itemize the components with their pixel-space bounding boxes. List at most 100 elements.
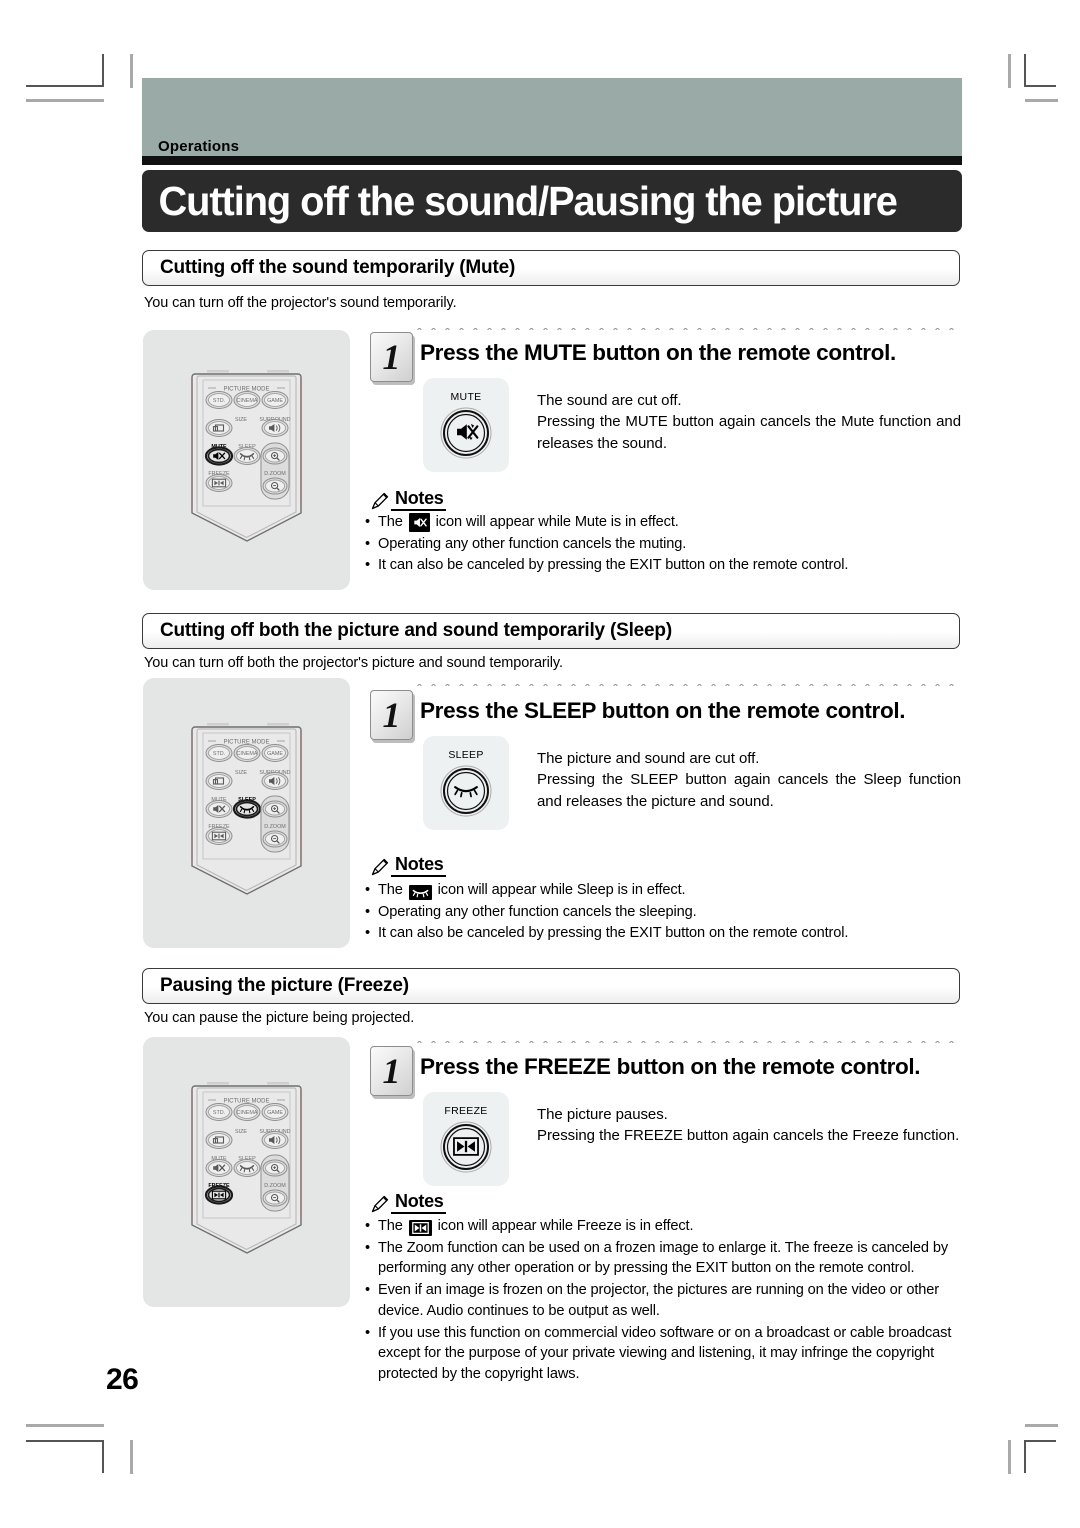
remote-panel-0: PICTURE MODE STD. CINEMA GAME SIZE SURRO… xyxy=(143,330,350,590)
step-badge-1: 1 xyxy=(370,690,413,740)
dot xyxy=(781,1041,786,1043)
dot xyxy=(697,1041,702,1043)
dot xyxy=(599,1041,604,1043)
dot xyxy=(459,1041,464,1043)
note-text: The Zoom function can be used on a froze… xyxy=(378,1239,949,1277)
dot xyxy=(851,1041,856,1043)
dot xyxy=(683,684,688,686)
dot xyxy=(683,328,688,330)
step-description-0: The sound are cut off. Pressing the MUTE … xyxy=(537,390,961,454)
key-callout-label: FREEZE xyxy=(444,1104,488,1117)
dot xyxy=(515,328,520,330)
note-bullet: • xyxy=(365,925,371,942)
page-title-bar: Cutting off the sound/Pausing the pictur… xyxy=(142,170,962,232)
dot xyxy=(529,684,534,686)
dot xyxy=(879,328,884,330)
notes-list-0: • The icon will appear while Mute is in … xyxy=(365,512,965,577)
note-item: • It can also be canceled by pressing th… xyxy=(365,555,965,576)
mute-icon xyxy=(408,513,430,532)
dot xyxy=(417,1041,422,1043)
dot xyxy=(655,684,660,686)
dot xyxy=(585,684,590,686)
dot xyxy=(431,1041,436,1043)
dot xyxy=(921,1041,926,1043)
dot xyxy=(417,684,422,686)
dot xyxy=(893,684,898,686)
dot xyxy=(823,328,828,330)
note-text: The icon will appear while Freeze is in … xyxy=(378,1218,694,1236)
note-item: • The icon will appear while Sleep is in… xyxy=(365,880,965,901)
dot xyxy=(921,328,926,330)
note-text: The icon will appear while Sleep is in e… xyxy=(378,882,686,900)
note-item: • If you use this function on commercial… xyxy=(365,1323,965,1385)
pencil-icon xyxy=(370,1194,390,1214)
note-item: • The Zoom function can be used on a fro… xyxy=(365,1238,965,1279)
dot xyxy=(459,684,464,686)
dot xyxy=(529,328,534,330)
chapter-rule xyxy=(142,156,962,165)
dot xyxy=(669,328,674,330)
dot xyxy=(515,684,520,686)
remote-control-illustration: PICTURE MODE STD. CINEMA GAME SIZE SURRO… xyxy=(191,1082,302,1254)
dot xyxy=(655,1041,660,1043)
step-title-0: Press the MUTE button on the remote cont… xyxy=(420,340,896,365)
dot xyxy=(725,328,730,330)
dot xyxy=(501,1041,506,1043)
dot xyxy=(431,684,436,686)
dot xyxy=(445,1041,450,1043)
dot xyxy=(711,684,716,686)
step-divider-2 xyxy=(417,1035,962,1043)
dot xyxy=(781,684,786,686)
dot xyxy=(949,684,954,686)
dot xyxy=(725,684,730,686)
dot xyxy=(879,1041,884,1043)
dot xyxy=(949,328,954,330)
note-text: Operating any other function cancels the… xyxy=(378,535,687,552)
notes-label: Notes xyxy=(391,1192,446,1214)
dot xyxy=(879,684,884,686)
step-divider-0 xyxy=(417,322,962,330)
dot xyxy=(851,684,856,686)
notes-header-0: Notes xyxy=(370,489,446,511)
dot xyxy=(599,328,604,330)
body-line: Pressing the SLEEP button again cancels … xyxy=(537,771,961,810)
dot xyxy=(739,328,744,330)
section-intro-1: You can turn off both the projector's pi… xyxy=(144,655,563,671)
dot xyxy=(431,328,436,330)
section-heading-text: Pausing the picture (Freeze) xyxy=(160,975,409,996)
dot xyxy=(907,1041,912,1043)
dot xyxy=(921,684,926,686)
body-line: Pressing the FREEZE button again cancels… xyxy=(537,1127,960,1145)
key-callout-label: SLEEP xyxy=(448,748,484,761)
svg-text:GAME: GAME xyxy=(267,1110,283,1116)
sleep-icon xyxy=(408,885,432,900)
dot xyxy=(627,1041,632,1043)
dot xyxy=(655,328,660,330)
dot xyxy=(753,328,758,330)
note-bullet: • xyxy=(365,1239,371,1256)
note-bullet: • xyxy=(365,1218,371,1234)
step-number: 1 xyxy=(382,337,401,377)
note-bullet: • xyxy=(365,1282,371,1299)
dot xyxy=(865,684,870,686)
page-number: 26 xyxy=(106,1363,139,1396)
dot xyxy=(837,684,842,686)
dot xyxy=(907,684,912,686)
step-title-1: Press the SLEEP button on the remote con… xyxy=(420,698,906,723)
dot xyxy=(767,684,772,686)
dot xyxy=(711,328,716,330)
dot xyxy=(613,1041,618,1043)
note-text: Even if an image is frozen on the projec… xyxy=(378,1282,940,1319)
note-bullet: • xyxy=(365,903,371,920)
section-heading-text: Cutting off both the picture and sound t… xyxy=(160,620,672,641)
dot xyxy=(809,1041,814,1043)
svg-text:D.ZOOM: D.ZOOM xyxy=(264,824,286,830)
dot xyxy=(641,1041,646,1043)
note-text: It can also be canceled by pressing the … xyxy=(378,925,849,942)
page-title: Cutting off the sound/Pausing the pictur… xyxy=(158,177,897,224)
dot xyxy=(809,684,814,686)
dot xyxy=(613,684,618,686)
dot xyxy=(585,1041,590,1043)
dot xyxy=(669,684,674,686)
step-badge-0: 1 xyxy=(370,332,413,382)
